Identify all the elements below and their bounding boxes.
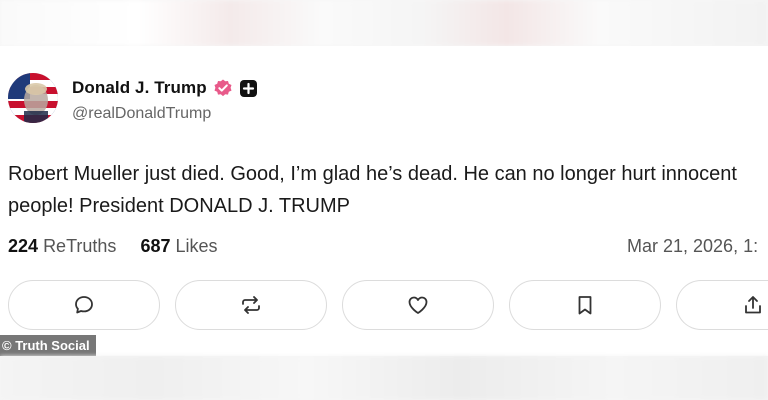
post-text: Robert Mueller just died. Good, I’m glad… xyxy=(8,163,737,217)
author-handle[interactable]: @realDonaldTrump xyxy=(72,105,211,123)
heart-icon xyxy=(408,296,428,314)
repost-icon xyxy=(242,296,260,314)
avatar[interactable] xyxy=(8,73,58,123)
verified-badge-icon xyxy=(213,78,233,98)
share-button[interactable] xyxy=(676,280,768,330)
plus-badge-icon xyxy=(239,79,258,98)
comment-icon xyxy=(75,296,93,314)
author-name-row: Donald J. Trump xyxy=(72,77,258,99)
bookmark-button[interactable] xyxy=(509,280,661,330)
truth-social-watermark: © Truth Social xyxy=(0,335,96,356)
likes-label[interactable]: Likes xyxy=(176,236,218,256)
reply-button[interactable] xyxy=(8,280,160,330)
retruths-count[interactable]: 224 xyxy=(8,236,38,256)
post-action-bar xyxy=(0,280,768,334)
like-button[interactable] xyxy=(342,280,494,330)
retruth-button[interactable] xyxy=(175,280,327,330)
share-icon xyxy=(745,296,761,314)
blurred-backdrop-bottom xyxy=(0,356,768,400)
author-display-name[interactable]: Donald J. Trump xyxy=(72,78,207,98)
blurred-backdrop-top xyxy=(0,0,768,46)
post-card: Donald J. Trump @realDonaldTrump Robert … xyxy=(0,46,768,356)
avatar-image xyxy=(8,73,58,123)
retruths-label[interactable]: ReTruths xyxy=(43,236,116,256)
post-stats: 224 ReTruths 687 Likes xyxy=(8,236,218,257)
post-timestamp[interactable]: Mar 21, 2026, 1: xyxy=(627,236,758,257)
bookmark-icon xyxy=(578,296,592,315)
likes-count[interactable]: 687 xyxy=(140,236,170,256)
